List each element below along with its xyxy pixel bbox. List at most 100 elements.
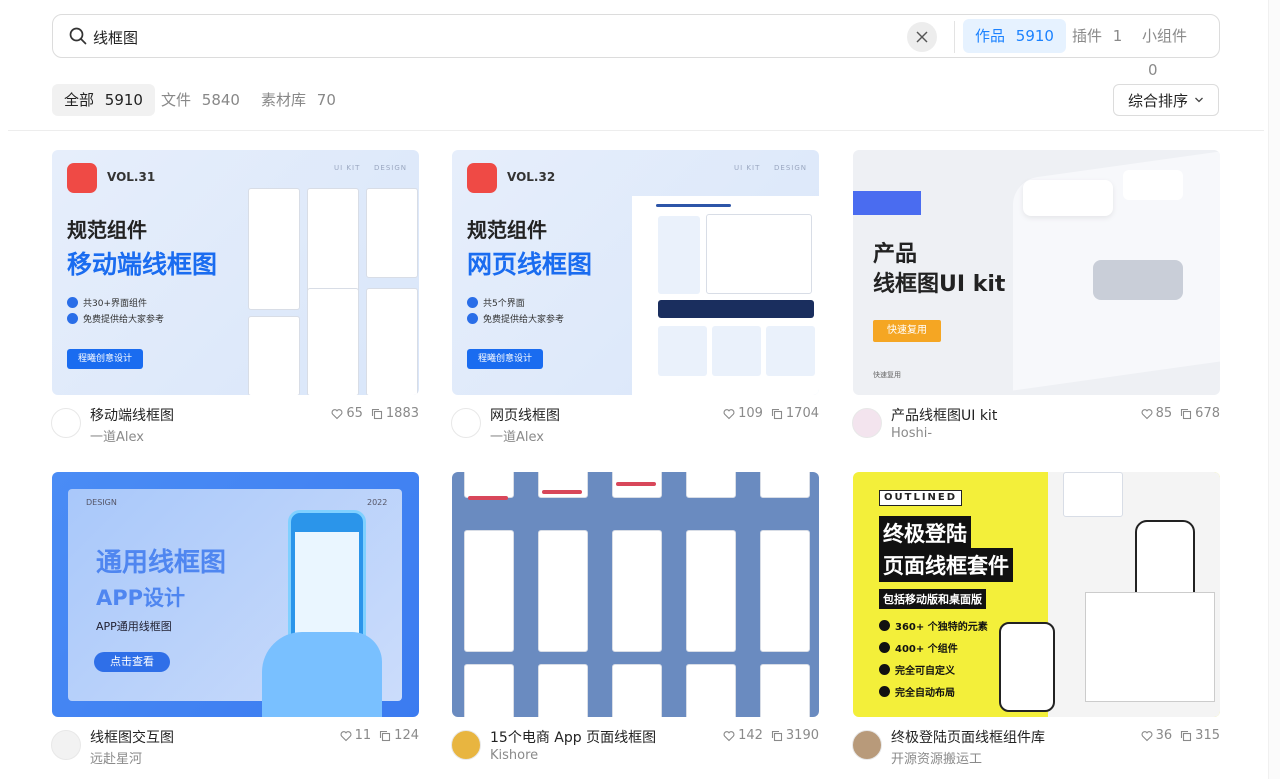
- thumb-footnote: 快速复用: [873, 371, 901, 379]
- work-card[interactable]: VOL.32 UI KIT DESIGN 规范组件 网页线框图 共5个界面 免费…: [451, 150, 819, 445]
- check-icon: [879, 620, 890, 631]
- wireframe-screen: [1063, 472, 1123, 517]
- wireframe-screen: [686, 664, 736, 717]
- like-count: 109: [738, 406, 763, 421]
- copy-icon: [1181, 730, 1192, 741]
- card-title[interactable]: 终极登陆页面线框组件库: [891, 727, 1045, 747]
- wireframe-block: [658, 326, 707, 376]
- thumb-heading: 规范组件: [67, 218, 147, 242]
- card-author[interactable]: 开源资源搬运工: [891, 748, 982, 767]
- card-thumbnail[interactable]: DESIGN 2022 通用线框图 APP设计 APP通用线框图 点击查看: [52, 472, 419, 717]
- thumb-check: 完全自动布局: [879, 684, 955, 699]
- sort-dropdown[interactable]: 综合排序: [1113, 84, 1219, 116]
- filter-count: 70: [316, 91, 336, 109]
- like-count: 65: [346, 406, 363, 421]
- card-author[interactable]: 一道Alex: [90, 426, 144, 445]
- wireframe-screen: [464, 530, 514, 652]
- wireframe-screen: [366, 188, 418, 278]
- avatar[interactable]: [51, 730, 81, 760]
- wireframe-screen: [686, 530, 736, 652]
- thumb-heading: 产品: [873, 242, 918, 267]
- wireframe-card: [1123, 170, 1183, 200]
- work-card[interactable]: 产品 线框图UI kit 快速复用 快速复用 产品线框图UI kit Hoshi…: [852, 150, 1220, 445]
- card-author[interactable]: Kishore: [490, 748, 538, 763]
- avatar[interactable]: [451, 408, 481, 438]
- filter-tab-files[interactable]: 文件 5840: [149, 84, 252, 116]
- thumb-kit: UI KIT: [334, 164, 361, 172]
- card-title[interactable]: 15个电商 App 页面线框图: [490, 727, 656, 747]
- copy-icon: [1181, 408, 1192, 419]
- copy-icon: [380, 730, 391, 741]
- check-icon: [467, 297, 478, 308]
- like-count: 142: [738, 728, 763, 743]
- scope-tab-plugins[interactable]: 插件 1: [1060, 19, 1134, 53]
- chevron-down-icon: [1195, 97, 1203, 103]
- wireframe-screen: [307, 288, 359, 395]
- wireframe-screen: [538, 664, 588, 717]
- thumb-cta: 程曦创意设计: [67, 349, 143, 369]
- thumb-title: 线框图UI kit: [873, 272, 1006, 297]
- avatar[interactable]: [852, 408, 882, 438]
- thumb-ribbon: [853, 191, 921, 215]
- wireframe-screen: [366, 288, 418, 395]
- clear-search-button[interactable]: [907, 22, 937, 52]
- check-icon: [67, 313, 78, 324]
- card-title[interactable]: 线框图交互图: [90, 727, 174, 747]
- like-count: 85: [1155, 406, 1173, 421]
- check-text: 完全自动布局: [895, 688, 955, 699]
- thumb-check: 免费提供给大家参考: [467, 312, 564, 325]
- check-text: 共30+界面组件: [83, 299, 147, 309]
- wireframe-accent: [616, 482, 656, 486]
- work-card[interactable]: 15个电商 App 页面线框图 Kishore 142 3190: [451, 472, 819, 767]
- card-author[interactable]: 远赴星河: [90, 748, 142, 767]
- card-thumbnail[interactable]: OUTLINED 终极登陆 页面线框套件 包括移动版和桌面版 360+ 个独特的…: [853, 472, 1220, 717]
- search-icon: [69, 27, 87, 45]
- scope-tab-label: 插件: [1072, 27, 1103, 45]
- filter-label: 全部: [64, 91, 95, 109]
- work-card[interactable]: VOL.31 UI KIT DESIGN 规范组件 移动端线框图 共30+界面组…: [51, 150, 419, 445]
- heart-icon: [723, 408, 735, 419]
- check-text: 免费提供给大家参考: [483, 315, 565, 325]
- scope-tab-label: 作品: [975, 27, 1006, 45]
- wireframe-screen: [612, 530, 662, 652]
- scrollbar[interactable]: [1268, 0, 1280, 779]
- scope-tab-count: 1: [1112, 27, 1123, 45]
- card-title[interactable]: 产品线框图UI kit: [891, 405, 997, 425]
- thumb-phone: [999, 622, 1055, 712]
- check-icon: [879, 664, 890, 675]
- check-text: 共5个界面: [483, 299, 525, 309]
- card-thumbnail[interactable]: VOL.31 UI KIT DESIGN 规范组件 移动端线框图 共30+界面组…: [52, 150, 419, 395]
- card-thumbnail[interactable]: [452, 472, 819, 717]
- card-author[interactable]: 一道Alex: [490, 426, 544, 445]
- work-card[interactable]: DESIGN 2022 通用线框图 APP设计 APP通用线框图 点击查看 线框…: [51, 472, 419, 767]
- filter-tab-libraries[interactable]: 素材库 70: [249, 84, 348, 116]
- wireframe-screen: [612, 664, 662, 717]
- avatar[interactable]: [51, 408, 81, 438]
- card-title[interactable]: 移动端线框图: [90, 405, 174, 425]
- thumb-design: DESIGN: [374, 164, 407, 172]
- avatar[interactable]: [852, 730, 882, 760]
- copy-count: 678: [1195, 406, 1220, 421]
- thumb-cta: 点击查看: [94, 652, 170, 672]
- filter-count: 5840: [201, 91, 240, 109]
- wireframe-block: [712, 326, 761, 376]
- filter-tab-all[interactable]: 全部 5910: [52, 84, 155, 116]
- wireframe-page: [632, 196, 819, 395]
- wireframe-screen: [760, 472, 810, 498]
- search-input[interactable]: [93, 24, 913, 50]
- thumb-check: 共5个界面: [467, 296, 525, 309]
- scope-tab-works[interactable]: 作品 5910: [963, 19, 1066, 53]
- like-count: 36: [1155, 728, 1173, 743]
- work-card[interactable]: OUTLINED 终极登陆 页面线框套件 包括移动版和桌面版 360+ 个独特的…: [852, 472, 1220, 767]
- card-title[interactable]: 网页线框图: [490, 405, 560, 425]
- thumb-cta: 程曦创意设计: [467, 349, 543, 369]
- thumb-cta: 快速复用: [873, 320, 941, 342]
- avatar[interactable]: [451, 730, 481, 760]
- card-thumbnail[interactable]: VOL.32 UI KIT DESIGN 规范组件 网页线框图 共5个界面 免费…: [452, 150, 819, 395]
- scope-tab-widgets[interactable]: 小组件 0: [1130, 19, 1219, 79]
- check-icon: [879, 642, 890, 653]
- card-author[interactable]: Hoshi-: [891, 426, 932, 441]
- thumb-check: 400+ 个组件: [879, 640, 958, 655]
- wireframe-screen: [538, 530, 588, 652]
- card-thumbnail[interactable]: 产品 线框图UI kit 快速复用 快速复用: [853, 150, 1220, 395]
